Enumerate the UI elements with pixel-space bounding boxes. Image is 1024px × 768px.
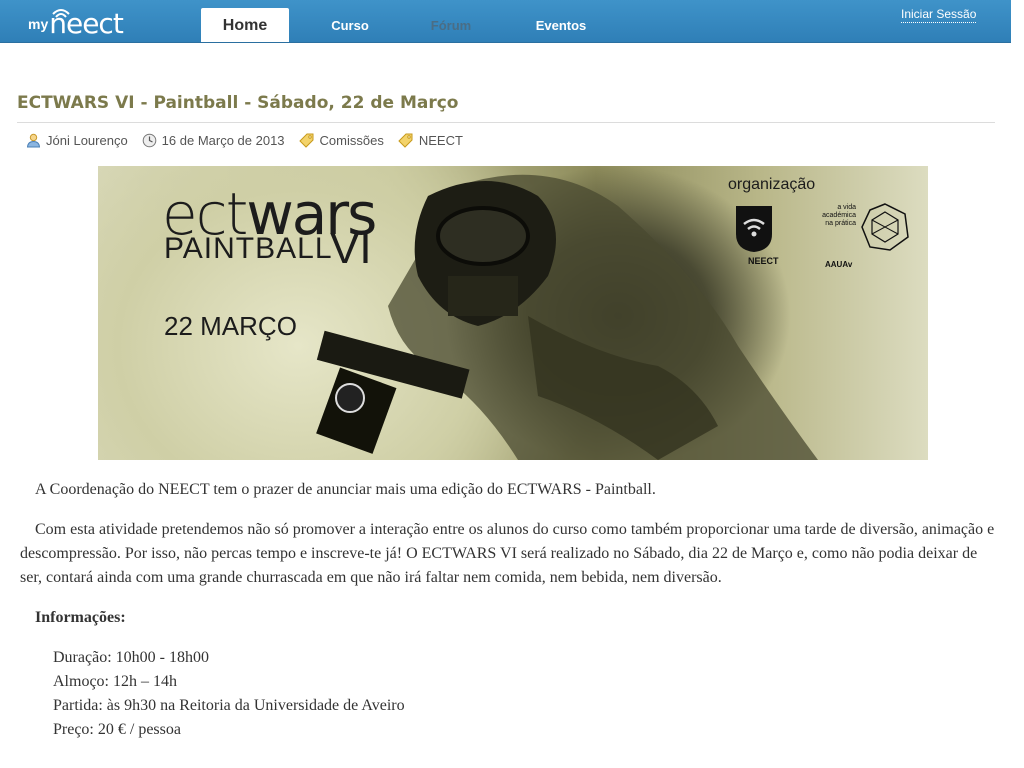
nav-home[interactable]: Home	[201, 8, 289, 42]
meta-tag-2[interactable]: NEECT	[398, 133, 463, 148]
nav-forum[interactable]: Fórum	[411, 0, 491, 42]
banner-edition: VI	[330, 224, 372, 273]
meta-date: 16 de Março de 2013	[142, 133, 285, 148]
paragraph-description: Com esta atividade pretendemos não só pr…	[20, 521, 995, 586]
clock-icon	[142, 133, 156, 147]
article-title[interactable]: ECTWARS VI - Paintball - Sábado, 22 de M…	[17, 93, 995, 123]
aauav-logo-icon	[861, 203, 909, 251]
info-price: Preço: 20 € / pessoa	[53, 721, 181, 738]
banner-date: 22 MARÇO	[164, 311, 297, 341]
tag-icon	[298, 133, 314, 148]
login-link[interactable]: Iniciar Sessão	[901, 7, 977, 23]
article-body: A Coordenação do NEECT tem o prazer de a…	[20, 478, 995, 742]
nav-eventos[interactable]: Eventos	[491, 0, 631, 42]
nav-curso[interactable]: Curso	[289, 0, 411, 42]
neect-logo-icon	[736, 206, 772, 252]
author-name: Jóni Lourenço	[46, 132, 128, 148]
top-navigation-bar: my neect Home Curso Fórum Eventos Inicia…	[0, 0, 1011, 43]
main-nav: Home Curso Fórum Eventos	[201, 0, 631, 42]
tag-icon	[398, 133, 413, 148]
logo-prefix: my	[28, 16, 49, 32]
info-list: Duração: 10h00 - 18h00 Almoço: 12h – 14h…	[53, 646, 995, 742]
info-heading: Informações:	[35, 609, 126, 626]
info-departure: Partida: às 9h30 na Reitoria da Universi…	[53, 697, 405, 714]
banner-subtitle: PAINTBALL	[164, 232, 333, 265]
banner-org2-tagline: a vida académica na prática	[822, 204, 856, 227]
site-logo[interactable]: my neect	[28, 6, 124, 38]
tag-label: Comissões	[319, 132, 384, 148]
banner-org-label: organização	[728, 176, 816, 193]
event-banner-image: ectwars PAINTBALL VI 22 MARÇO organizaçã…	[98, 166, 928, 460]
user-icon	[26, 133, 41, 147]
meta-author[interactable]: Jóni Lourenço	[26, 133, 128, 148]
banner-org1: NEECT	[748, 256, 779, 266]
tag-label: NEECT	[418, 132, 463, 148]
info-duration: Duração: 10h00 - 18h00	[53, 649, 209, 666]
banner-org2: AAUAv	[825, 260, 853, 269]
wifi-icon	[52, 9, 70, 18]
article-meta: Jóni Lourenço 16 de Março de 2013 Comiss…	[26, 131, 477, 149]
paragraph-intro: A Coordenação do NEECT tem o prazer de a…	[35, 481, 656, 498]
info-lunch: Almoço: 12h – 14h	[53, 673, 177, 690]
post-date: 16 de Março de 2013	[161, 132, 285, 148]
meta-tag-1[interactable]: Comissões	[298, 132, 384, 148]
